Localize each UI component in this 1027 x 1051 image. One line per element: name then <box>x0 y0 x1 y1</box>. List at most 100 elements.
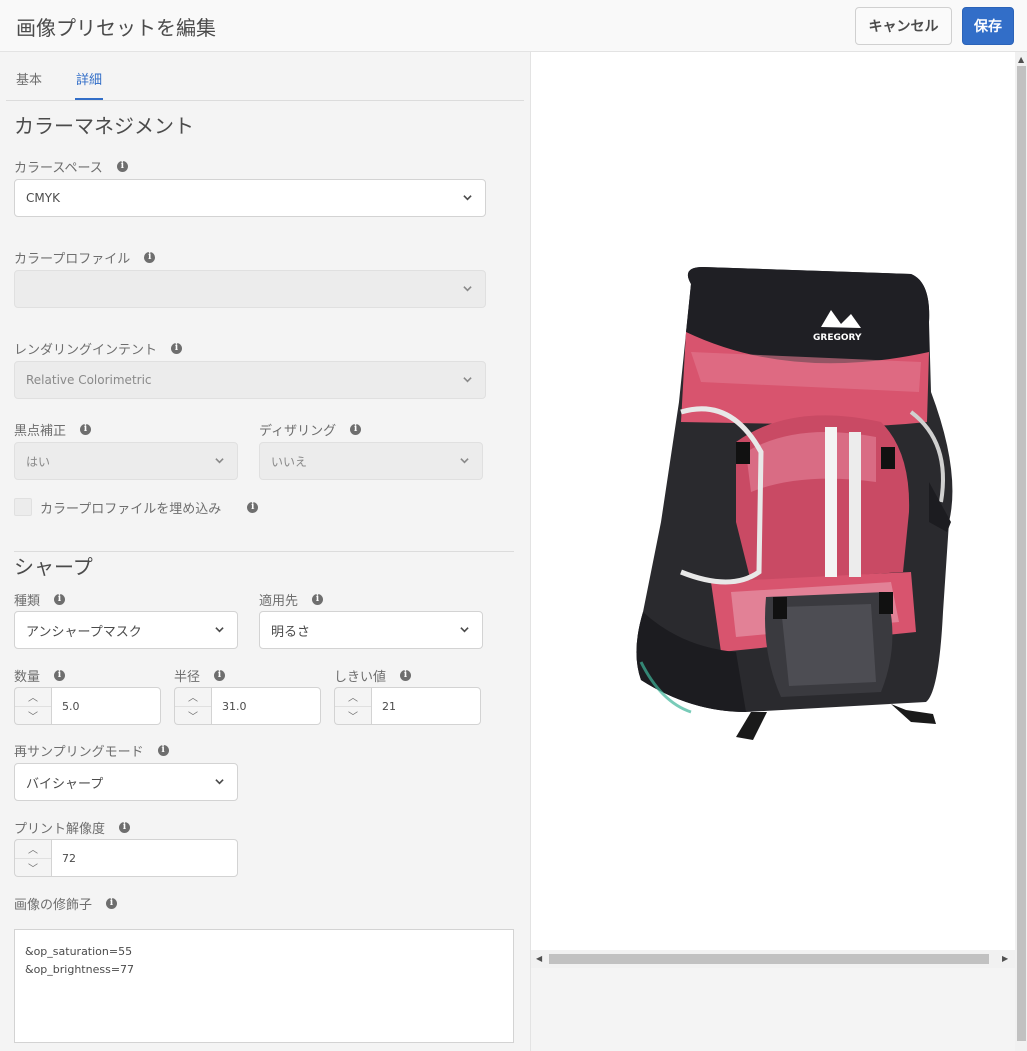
save-button[interactable]: 保存 <box>962 7 1014 45</box>
info-icon[interactable]: i <box>247 502 259 513</box>
scroll-right-icon[interactable]: ▶ <box>1002 954 1008 963</box>
info-icon[interactable]: i <box>106 898 118 909</box>
dithering-select[interactable]: いいえ <box>259 442 483 480</box>
black-point-value: はい <box>26 454 51 469</box>
color-management-heading: カラーマネジメント <box>14 114 194 138</box>
cancel-button[interactable]: キャンセル <box>855 7 952 45</box>
vertical-scrollbar[interactable]: ▲ <box>1015 52 1027 1051</box>
color-profile-label: カラープロファイル i <box>14 248 156 267</box>
horizontal-scrollbar[interactable]: ◀ ▶ <box>531 950 1015 968</box>
info-icon[interactable]: i <box>157 745 169 756</box>
resampling-select[interactable]: バイシャープ <box>14 763 238 801</box>
print-resolution-input[interactable]: 72 <box>51 839 238 877</box>
vertical-scroll-thumb[interactable] <box>1017 66 1026 1041</box>
radius-label: 半径 i <box>174 666 226 685</box>
print-resolution-label-text: プリント解像度 <box>14 822 106 837</box>
amount-input[interactable]: 5.0 <box>51 687 161 725</box>
chevron-down-icon[interactable]: ﹀ <box>335 707 371 725</box>
tab-divider <box>6 100 524 101</box>
black-point-label: 黒点補正 i <box>14 420 92 439</box>
preview-panel: GREGORY ◀ ▶ ▲ <box>530 52 1027 1051</box>
radius-label-text: 半径 <box>174 670 201 685</box>
amount-label-text: 数量 <box>14 670 41 685</box>
amount-stepper[interactable]: ︿ ﹀ 5.0 <box>14 687 161 725</box>
dithering-label-text: ディザリング <box>259 424 337 439</box>
threshold-label: しきい値 i <box>334 666 412 685</box>
chevron-up-icon[interactable]: ︿ <box>15 688 51 707</box>
chevron-down-icon <box>215 777 224 785</box>
sharpen-type-value: アンシャープマスク <box>26 624 142 640</box>
color-space-label-text: カラースペース <box>14 161 103 176</box>
color-profile-select[interactable] <box>14 270 486 308</box>
scroll-left-icon[interactable]: ◀ <box>536 954 542 963</box>
page-title: 画像プリセットを編集 <box>16 16 216 40</box>
info-icon[interactable]: i <box>171 343 183 354</box>
color-space-select[interactable]: CMYK <box>14 179 486 217</box>
threshold-input[interactable]: 21 <box>371 687 481 725</box>
chevron-down-icon[interactable]: ﹀ <box>175 707 211 725</box>
settings-panel: 基本 詳細 カラーマネジメント カラースペース i CMYK カラープロファイル… <box>0 52 530 1051</box>
info-icon[interactable]: i <box>312 594 324 605</box>
chevron-down-icon <box>463 284 472 292</box>
apply-to-value: 明るさ <box>271 624 311 640</box>
amount-label: 数量 i <box>14 666 66 685</box>
info-icon[interactable]: i <box>54 594 66 605</box>
chevron-down-icon <box>463 375 472 383</box>
apply-to-label: 適用先 i <box>259 590 324 609</box>
info-icon[interactable]: i <box>54 670 66 681</box>
modifier-line: &op_brightness=77 <box>25 963 135 976</box>
image-modifiers-label: 画像の修飾子 i <box>14 894 118 913</box>
rendering-intent-label-text: レンダリングインテント <box>14 343 158 358</box>
print-resolution-stepper[interactable]: ︿ ﹀ 72 <box>14 839 238 877</box>
info-icon[interactable]: i <box>144 252 156 263</box>
chevron-down-icon <box>463 193 472 201</box>
chevron-up-icon[interactable]: ︿ <box>175 688 211 707</box>
apply-to-select[interactable]: 明るさ <box>259 611 483 649</box>
info-icon[interactable]: i <box>214 670 226 681</box>
scroll-up-icon[interactable]: ▲ <box>1018 55 1024 64</box>
info-icon[interactable]: i <box>119 822 131 833</box>
info-icon[interactable]: i <box>80 424 92 435</box>
embed-profile-label: カラープロファイルを埋め込み i <box>40 498 259 517</box>
stepper-buttons: ︿ ﹀ <box>174 687 211 725</box>
threshold-stepper[interactable]: ︿ ﹀ 21 <box>334 687 481 725</box>
horizontal-scroll-thumb[interactable] <box>549 954 989 964</box>
color-space-value: CMYK <box>26 191 60 205</box>
tab-advanced[interactable]: 詳細 <box>76 69 102 88</box>
tab-basic[interactable]: 基本 <box>16 69 42 88</box>
sharpen-type-label-text: 種類 <box>14 594 41 609</box>
radius-stepper[interactable]: ︿ ﹀ 31.0 <box>174 687 321 725</box>
embed-profile-checkbox[interactable] <box>14 498 32 516</box>
radius-input[interactable]: 31.0 <box>211 687 321 725</box>
header-bar: 画像プリセットを編集 キャンセル 保存 <box>0 0 1027 52</box>
color-profile-label-text: カラープロファイル <box>14 252 131 267</box>
resampling-label: 再サンプリングモード i <box>14 741 169 760</box>
black-point-select[interactable]: はい <box>14 442 238 480</box>
color-space-label: カラースペース i <box>14 157 128 176</box>
sharpen-type-select[interactable]: アンシャープマスク <box>14 611 238 649</box>
apply-to-label-text: 適用先 <box>259 594 299 609</box>
stepper-buttons: ︿ ﹀ <box>334 687 371 725</box>
info-icon[interactable]: i <box>116 161 128 172</box>
sharpen-heading: シャープ <box>14 555 93 579</box>
chevron-down-icon <box>460 625 469 633</box>
rendering-intent-select[interactable]: Relative Colorimetric <box>14 361 486 399</box>
resampling-value: バイシャープ <box>26 776 104 792</box>
chevron-down-icon <box>215 456 224 464</box>
preview-canvas: GREGORY <box>531 52 1015 950</box>
chevron-down-icon[interactable]: ﹀ <box>15 707 51 725</box>
chevron-down-icon[interactable]: ﹀ <box>15 859 51 877</box>
chevron-up-icon[interactable]: ︿ <box>335 688 371 707</box>
chevron-down-icon <box>460 456 469 464</box>
chevron-up-icon[interactable]: ︿ <box>15 840 51 859</box>
info-icon[interactable]: i <box>350 424 362 435</box>
sharpen-type-label: 種類 i <box>14 590 66 609</box>
modifier-line: &op_saturation=55 <box>25 945 133 958</box>
image-modifiers-textarea[interactable]: &op_saturation=55 &op_brightness=77 <box>14 929 514 1043</box>
resampling-label-text: 再サンプリングモード <box>14 745 144 760</box>
embed-profile-label-text: カラープロファイルを埋め込み <box>40 502 222 517</box>
info-icon[interactable]: i <box>400 670 412 681</box>
stepper-buttons: ︿ ﹀ <box>14 839 51 877</box>
stepper-buttons: ︿ ﹀ <box>14 687 51 725</box>
chevron-down-icon <box>215 625 224 633</box>
